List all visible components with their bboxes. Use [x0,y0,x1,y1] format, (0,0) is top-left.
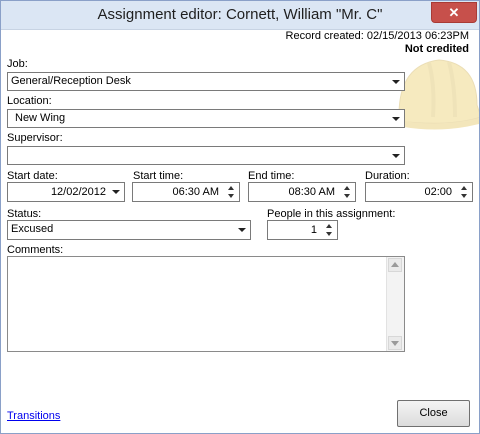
start-date-label: Start date: [7,170,58,182]
dialog-body: Record created: 02/15/2013 06:23PM Not c… [1,30,479,433]
chevron-down-icon[interactable] [108,183,124,201]
start-time-label: Start time: [133,170,184,182]
comments-scrollbar[interactable] [386,257,404,351]
start-time-value: 06:30 AM [172,186,219,198]
status-value: Excused [11,223,54,235]
status-select[interactable]: Excused [7,220,251,240]
duration-value: 02:00 [424,186,452,198]
location-label: Location: [7,95,52,107]
window-close-button[interactable]: ✕ [431,2,477,23]
duration-label: Duration: [365,170,410,182]
decrement-icon[interactable] [458,192,471,200]
people-label: People in this assignment: [267,208,396,220]
duration-spinner[interactable]: 02:00 [365,182,473,202]
location-select[interactable]: New Wing [7,109,405,128]
increment-icon[interactable] [341,184,354,192]
decrement-icon[interactable] [341,192,354,200]
chevron-down-icon[interactable] [234,221,250,238]
location-value: New Wing [15,112,66,124]
end-time-spinner[interactable]: 08:30 AM [248,182,356,202]
increment-icon[interactable] [323,222,336,230]
start-date-picker[interactable]: 12/02/2012 [7,182,125,202]
increment-icon[interactable] [458,184,471,192]
title-bar[interactable]: Assignment editor: Cornett, William "Mr.… [1,1,479,30]
decrement-icon[interactable] [225,192,238,200]
chevron-down-icon[interactable] [388,147,404,164]
credit-status-text: Not credited [404,43,469,55]
comments-label: Comments: [7,244,64,256]
job-label: Job: [7,58,28,70]
transitions-link[interactable]: Transitions [7,410,60,422]
job-select[interactable]: General/Reception Desk [7,72,405,91]
job-value: General/Reception Desk [11,75,131,87]
decrement-icon[interactable] [323,230,336,238]
start-date-value: 12/02/2012 [50,186,106,198]
end-time-value: 08:30 AM [288,186,335,198]
supervisor-label: Supervisor: [7,132,63,144]
increment-icon[interactable] [225,184,238,192]
assignment-editor-window: Assignment editor: Cornett, William "Mr.… [0,0,480,434]
people-value: 1 [310,224,317,236]
record-created-text: Record created: 02/15/2013 06:23PM [285,30,469,42]
scroll-down-icon[interactable] [388,336,402,350]
scroll-up-icon[interactable] [388,258,402,272]
close-button[interactable]: Close [397,400,470,427]
window-title: Assignment editor: Cornett, William "Mr.… [97,6,383,23]
comments-textarea[interactable] [7,256,405,352]
close-icon: ✕ [448,5,460,20]
end-time-label: End time: [248,170,295,182]
people-spinner[interactable]: 1 [267,220,338,240]
start-time-spinner[interactable]: 06:30 AM [132,182,240,202]
chevron-down-icon[interactable] [388,110,404,127]
supervisor-select[interactable] [7,146,405,165]
status-label: Status: [7,208,42,220]
chevron-down-icon[interactable] [388,73,404,90]
